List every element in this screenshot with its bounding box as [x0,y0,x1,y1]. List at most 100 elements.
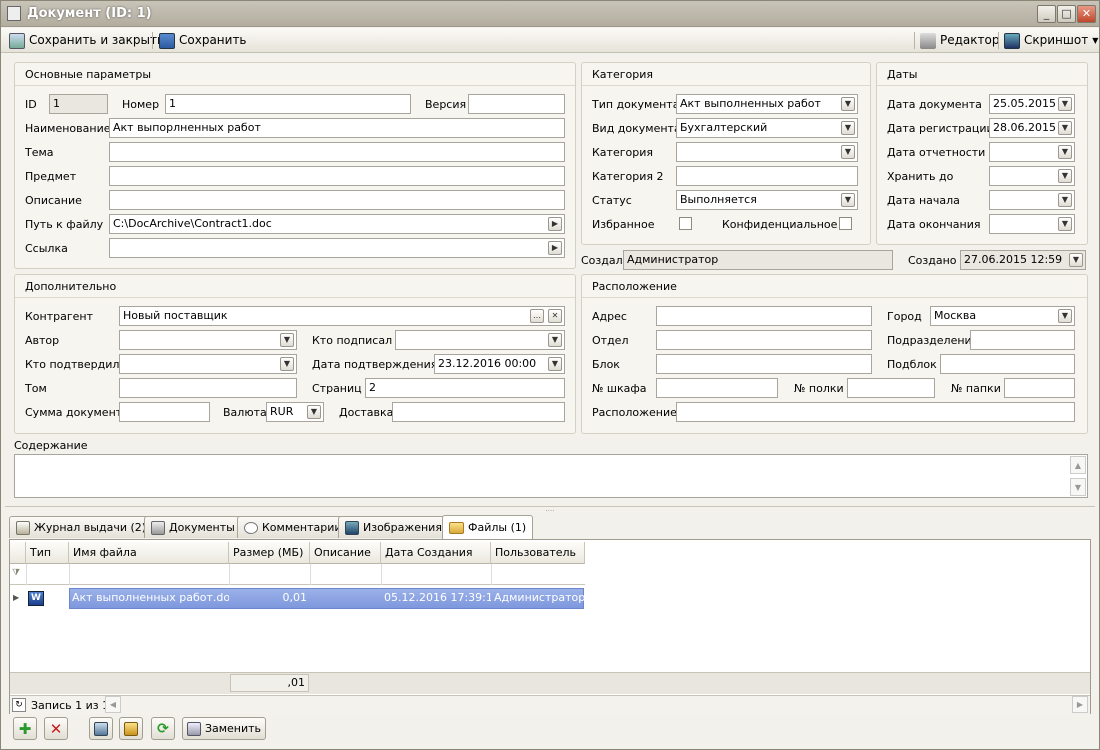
doctype-select[interactable]: Акт выполненных работ ▼ [676,94,858,114]
location-field[interactable] [676,402,1075,422]
scroll-right-icon[interactable]: ▶ [1072,696,1088,713]
refresh-nav-icon[interactable]: ↻ [12,698,26,712]
version-field[interactable] [468,94,565,114]
category2-field[interactable] [676,166,858,186]
subject-field[interactable] [109,166,565,186]
category-select[interactable]: ▼ [676,142,858,162]
block-field[interactable] [656,354,872,374]
address-field[interactable] [656,306,872,326]
add-button[interactable]: ✚ [13,717,37,740]
folder-field[interactable] [1004,378,1075,398]
scroll-down-icon[interactable]: ▼ [1070,478,1086,496]
maximize-button[interactable]: □ [1057,5,1076,23]
volume-field[interactable] [119,378,297,398]
subdivision-field[interactable] [970,330,1075,350]
file-desc-cell [310,588,381,608]
close-button[interactable]: ✕ [1077,5,1096,23]
toolbar: Сохранить и закрыть Сохранить Редактор С… [1,28,1099,53]
content-textarea[interactable]: ▲ ▼ [14,454,1088,498]
view-button[interactable] [89,717,113,740]
contractor-field[interactable]: Новый поставщик … ✕ [119,306,565,326]
column-header[interactable]: Тип [26,542,69,564]
chevron-down-icon: ▼ [1058,145,1072,159]
cabinet-field[interactable] [656,378,778,398]
save-button[interactable]: Сохранить [159,31,247,50]
save-file-button[interactable] [119,717,143,740]
open-link-arrow-icon[interactable]: ▶ [548,241,562,255]
column-header[interactable]: Описание [310,542,381,564]
topic-field[interactable] [109,142,565,162]
editor-button[interactable]: Редактор [920,31,999,50]
path-field[interactable]: C:\DocArchive\Contract1.doc ▶ [109,214,565,234]
tab-documents[interactable]: Документы [144,516,242,538]
filter-row[interactable]: ⧩ [10,564,585,585]
confidential-checkbox[interactable] [839,217,852,230]
sum-field[interactable] [119,402,210,422]
description-field[interactable] [109,190,565,210]
pages-label: Страниц [312,382,362,395]
delete-button[interactable]: ✕ [44,717,68,740]
pages-field[interactable]: 2 [365,378,565,398]
report-date-picker[interactable]: ▼ [989,142,1075,162]
tab-files[interactable]: Файлы (1) [442,515,534,539]
filter-icon[interactable]: ⧩ [12,568,20,578]
tab-images[interactable]: Изображения [338,516,449,538]
scroll-up-icon[interactable]: ▲ [1070,456,1086,474]
id-field[interactable]: 1 [49,94,108,114]
kind-label: Вид документа [592,122,681,135]
grid-navigator [10,695,1090,714]
favorite-checkbox[interactable] [679,217,692,230]
status-select[interactable]: Выполняется ▼ [676,190,858,210]
column-header[interactable]: Размер (МБ) [229,542,310,564]
minimize-button[interactable]: _ [1037,5,1056,23]
file-size-cell: 0,01 [282,591,308,604]
location-label: Расположение [592,406,677,419]
volume-label: Том [25,382,47,395]
keep-date-picker[interactable]: ▼ [989,166,1075,186]
tab-comments[interactable]: Комментарии [237,516,349,538]
tab-journal[interactable]: Журнал выдачи (2) [9,516,154,538]
author-select[interactable]: ▼ [119,330,297,350]
clear-icon[interactable]: ✕ [548,309,562,323]
contractor-label: Контрагент [25,310,94,323]
screenshot-button[interactable]: Скриншот ▼ [1004,31,1098,50]
save-close-button[interactable]: Сохранить и закрыть [9,31,164,50]
currency-label: Валюта [223,406,267,419]
start-date-picker[interactable]: ▼ [989,190,1075,210]
content-label: Содержание [14,439,88,452]
replace-button[interactable]: Заменить [182,717,266,740]
name-field[interactable]: Акт выпорлненных работ [109,118,565,138]
id-label: ID [25,98,37,111]
end-date-picker[interactable]: ▼ [989,214,1075,234]
tab-label: Файлы (1) [468,521,527,534]
currency-select[interactable]: RUR ▼ [266,402,324,422]
splitter[interactable]: .... [5,506,1095,513]
signer-label: Кто подписал [312,334,393,347]
link-field[interactable]: ▶ [109,238,565,258]
kind-select[interactable]: Бухгалтерский ▼ [676,118,858,138]
doc-date-picker[interactable]: 25.05.2015 ▼ [989,94,1075,114]
browse-arrow-icon[interactable]: ▶ [548,217,562,231]
approve-date-picker[interactable]: 23.12.2016 00:00 ▼ [434,354,565,374]
approver-select[interactable]: ▼ [119,354,297,374]
column-header[interactable]: Имя файла [69,542,229,564]
city-select[interactable]: Москва ▼ [930,306,1075,326]
scroll-left-icon[interactable]: ◀ [105,696,121,713]
reg-date-picker[interactable]: 28.06.2015 ▼ [989,118,1075,138]
image-icon [345,520,359,535]
delivery-field[interactable] [392,402,565,422]
column-header[interactable]: Пользователь [491,542,585,564]
dept-field[interactable] [656,330,872,350]
number-field[interactable]: 1 [165,94,411,114]
signer-select[interactable]: ▼ [395,330,565,350]
table-row[interactable]: ▶ W Акт выполненных работ.docx 0,01 05.1… [10,588,585,609]
subblock-field[interactable] [940,354,1075,374]
column-header[interactable]: Дата Создания [381,542,491,564]
plus-icon: ✚ [18,719,32,738]
refresh-button[interactable]: ⟳ [151,717,175,740]
shelf-field[interactable] [847,378,935,398]
tab-label: Журнал выдачи (2) [34,521,147,534]
grid-footer [10,672,1090,694]
doc-date-label: Дата документа [887,98,982,111]
more-icon[interactable]: … [530,309,544,323]
